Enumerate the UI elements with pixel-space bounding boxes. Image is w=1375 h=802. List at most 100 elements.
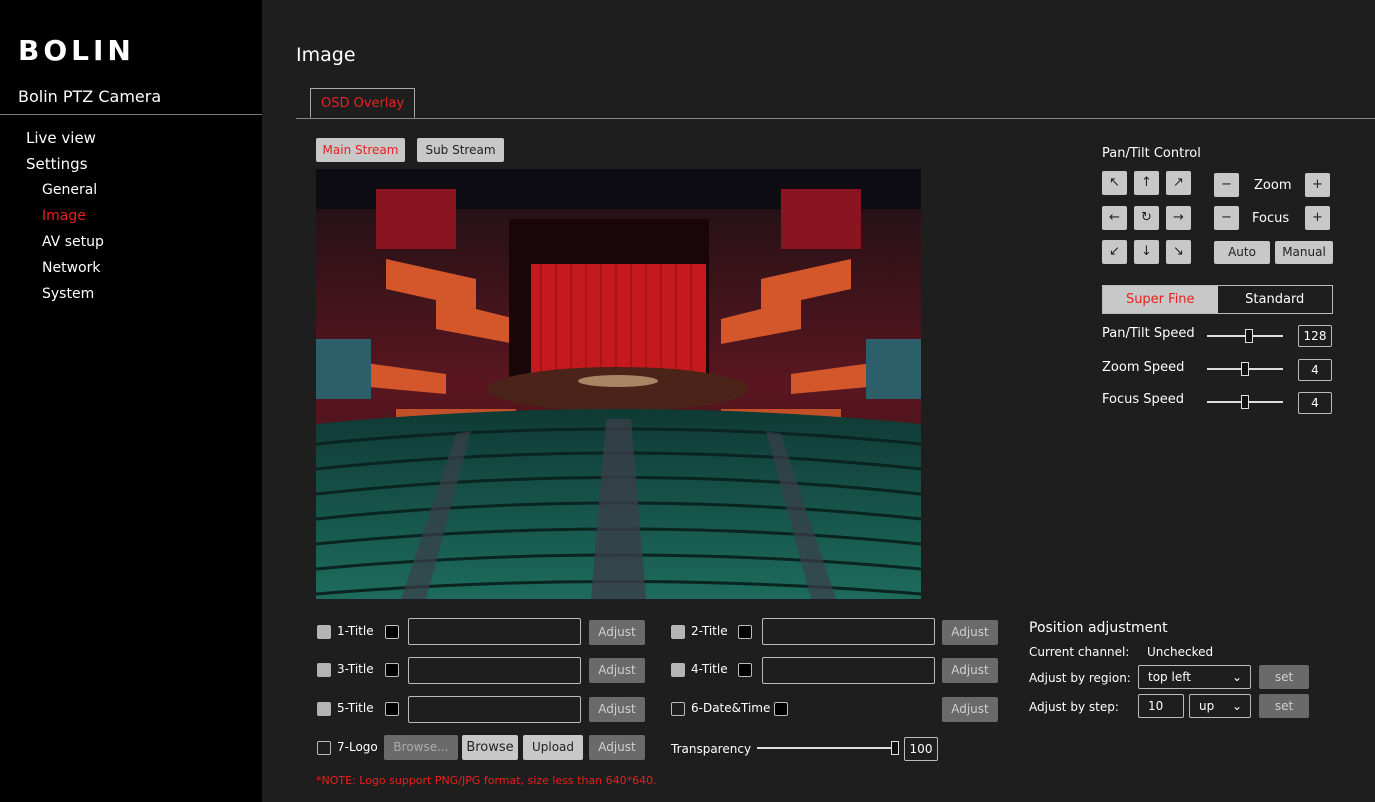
theater-image: [316, 169, 921, 599]
title1-color-swatch[interactable]: [385, 625, 399, 639]
adjust-step-label: Adjust by step:: [1029, 700, 1119, 714]
focus-auto-button[interactable]: Auto: [1214, 241, 1270, 264]
title2-input[interactable]: [762, 618, 935, 645]
main-stream-button[interactable]: Main Stream: [316, 138, 405, 162]
browse-button[interactable]: Browse: [462, 735, 518, 760]
super-fine-option[interactable]: Super Fine: [1103, 286, 1218, 313]
standard-option[interactable]: Standard: [1218, 286, 1333, 313]
nav-general[interactable]: General: [26, 180, 104, 206]
pan-left-button[interactable]: ←: [1102, 206, 1127, 230]
brand-logo: BOLIN: [18, 34, 135, 67]
logo-checkbox[interactable]: [317, 741, 331, 755]
slider-thumb[interactable]: [891, 741, 899, 755]
nav-system[interactable]: System: [26, 284, 104, 310]
datetime-label: 6-Date&Time: [691, 701, 771, 715]
tab-osd-overlay[interactable]: OSD Overlay: [310, 88, 416, 118]
step-input[interactable]: 10: [1138, 694, 1184, 718]
focus-label: Focus: [1252, 211, 1290, 226]
title4-color-swatch[interactable]: [738, 663, 752, 677]
datetime-checkbox[interactable]: [671, 702, 685, 716]
main-panel: Image OSD Overlay Main Stream Sub Stream: [262, 0, 1375, 802]
slider-thumb[interactable]: [1245, 329, 1253, 343]
pan-down-right-button[interactable]: ↘: [1166, 240, 1191, 264]
zoom-in-button[interactable]: +: [1305, 173, 1330, 197]
pan-up-left-button[interactable]: ↖: [1102, 171, 1127, 195]
region-select[interactable]: top left ⌄: [1138, 665, 1251, 689]
sidebar-divider: [0, 114, 262, 115]
region-set-button[interactable]: set: [1259, 665, 1309, 689]
pan-tilt-speed-label: Pan/Tilt Speed: [1102, 326, 1195, 341]
focus-near-button[interactable]: −: [1214, 206, 1239, 230]
nav-network[interactable]: Network: [26, 258, 104, 284]
pan-tilt-speed-slider[interactable]: [1207, 329, 1283, 343]
datetime-adjust-button[interactable]: Adjust: [942, 697, 998, 722]
page-title: Image: [296, 44, 356, 66]
zoom-speed-slider[interactable]: [1207, 362, 1283, 376]
nav-image[interactable]: Image: [26, 206, 104, 232]
nav-av-setup[interactable]: AV setup: [26, 232, 104, 258]
pan-down-left-button[interactable]: ↙: [1102, 240, 1127, 264]
pan-up-right-button[interactable]: ↗: [1166, 171, 1191, 195]
focus-speed-value[interactable]: 4: [1298, 392, 1332, 414]
title1-checkbox[interactable]: [317, 625, 331, 639]
sub-stream-button[interactable]: Sub Stream: [417, 138, 504, 162]
title4-label: 4-Title: [691, 662, 728, 676]
title1-label: 1-Title: [337, 624, 374, 638]
current-channel-label: Current channel:: [1029, 645, 1130, 659]
sidebar: BOLIN Bolin PTZ Camera Live view Setting…: [0, 0, 262, 802]
pan-down-button[interactable]: ↓: [1134, 240, 1159, 264]
title4-checkbox[interactable]: [671, 663, 685, 677]
chevron-down-icon: ⌄: [1231, 699, 1242, 713]
title4-input[interactable]: [762, 657, 935, 684]
direction-select[interactable]: up ⌄: [1189, 694, 1251, 718]
nav-settings[interactable]: Settings: [26, 154, 104, 180]
adjust-region-label: Adjust by region:: [1029, 671, 1131, 685]
focus-speed-slider[interactable]: [1207, 395, 1283, 409]
pan-tilt-speed-value[interactable]: 128: [1298, 325, 1332, 347]
title5-checkbox[interactable]: [317, 702, 331, 716]
slider-thumb[interactable]: [1241, 362, 1249, 376]
current-channel-value: Unchecked: [1147, 645, 1214, 659]
transparency-value[interactable]: 100: [904, 737, 938, 761]
pan-right-button[interactable]: →: [1166, 206, 1191, 230]
upload-button[interactable]: Upload: [523, 735, 583, 760]
title3-adjust-button[interactable]: Adjust: [589, 658, 645, 683]
title2-adjust-button[interactable]: Adjust: [942, 620, 998, 645]
title1-input[interactable]: [408, 618, 581, 645]
camera-name: Bolin PTZ Camera: [18, 87, 162, 106]
zoom-speed-value[interactable]: 4: [1298, 359, 1332, 381]
title5-adjust-button[interactable]: Adjust: [589, 697, 645, 722]
step-set-button[interactable]: set: [1259, 694, 1309, 718]
logo-file-field[interactable]: Browse...: [384, 735, 458, 760]
region-select-value: top left: [1148, 670, 1191, 684]
transparency-slider[interactable]: [757, 741, 899, 755]
focus-manual-button[interactable]: Manual: [1275, 241, 1333, 264]
position-title: Position adjustment: [1029, 620, 1168, 636]
datetime-color-swatch[interactable]: [774, 702, 788, 716]
slider-track: [757, 747, 899, 749]
pan-up-button[interactable]: ↑: [1134, 171, 1159, 195]
title5-label: 5-Title: [337, 701, 374, 715]
title2-color-swatch[interactable]: [738, 625, 752, 639]
title5-color-swatch[interactable]: [385, 702, 399, 716]
focus-far-button[interactable]: +: [1305, 206, 1330, 230]
tab-bar: OSD Overlay: [296, 88, 1375, 119]
transparency-label: Transparency: [671, 742, 752, 756]
logo-note: *NOTE: Logo support PNG/JPG format, size…: [316, 774, 657, 787]
slider-thumb[interactable]: [1241, 395, 1249, 409]
title2-checkbox[interactable]: [671, 625, 685, 639]
nav-live-view[interactable]: Live view: [26, 128, 104, 154]
pan-home-button[interactable]: ↻: [1134, 206, 1159, 230]
title5-input[interactable]: [408, 696, 581, 723]
title3-input[interactable]: [408, 657, 581, 684]
title2-label: 2-Title: [691, 624, 728, 638]
focus-speed-label: Focus Speed: [1102, 392, 1185, 407]
title3-checkbox[interactable]: [317, 663, 331, 677]
logo-label: 7-Logo: [337, 740, 378, 754]
zoom-speed-label: Zoom Speed: [1102, 360, 1185, 375]
title3-color-swatch[interactable]: [385, 663, 399, 677]
title1-adjust-button[interactable]: Adjust: [589, 620, 645, 645]
title4-adjust-button[interactable]: Adjust: [942, 658, 998, 683]
zoom-out-button[interactable]: −: [1214, 173, 1239, 197]
logo-adjust-button[interactable]: Adjust: [589, 735, 645, 760]
